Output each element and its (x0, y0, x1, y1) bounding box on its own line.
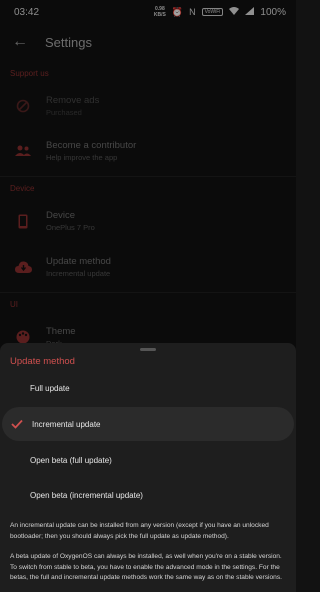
option-incremental-update[interactable]: Incremental update (2, 407, 294, 441)
sheet-title: Update method (10, 356, 75, 367)
option-label: Incremental update (32, 419, 101, 429)
update-method-sheet: Update method Full update Incremental up… (0, 343, 296, 592)
option-open-beta-full[interactable]: Open beta (full update) (0, 443, 296, 477)
info-beta: A beta update of OxygenOS can always be … (10, 553, 282, 581)
check-icon (2, 419, 32, 429)
option-label: Open beta (incremental update) (30, 490, 143, 500)
sheet-drag-handle[interactable] (140, 348, 156, 351)
option-full-update[interactable]: Full update (0, 371, 296, 405)
option-open-beta-incremental[interactable]: Open beta (incremental update) (0, 478, 296, 512)
info-incremental: An incremental update can be installed f… (10, 522, 269, 540)
option-label: Open beta (full update) (30, 455, 112, 465)
option-label: Full update (30, 383, 70, 393)
